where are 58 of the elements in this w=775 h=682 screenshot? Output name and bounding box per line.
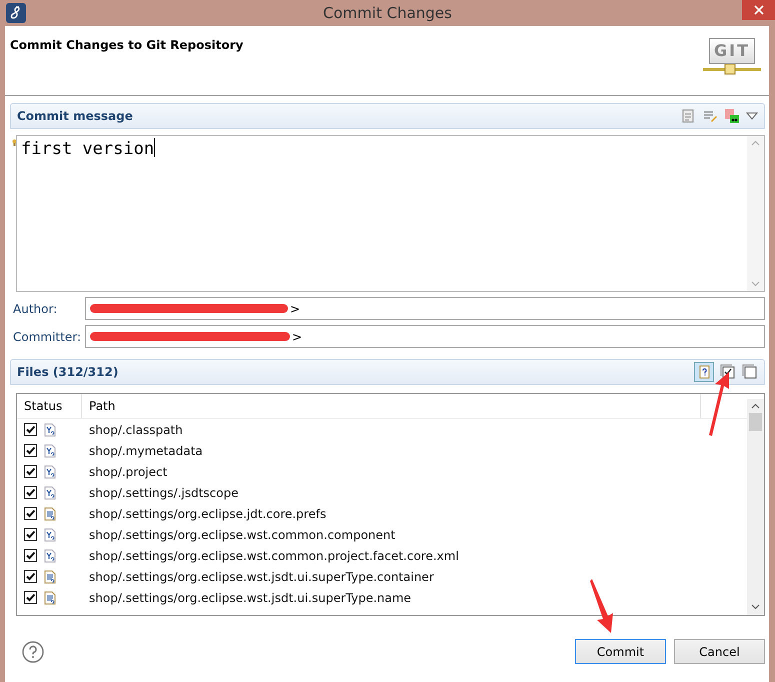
signoff-icon[interactable]: [724, 108, 740, 124]
dropdown-icon[interactable]: [746, 111, 758, 121]
scroll-up-icon[interactable]: [751, 403, 760, 409]
field-value: >: [292, 330, 302, 344]
document-icon[interactable]: [680, 108, 696, 124]
deselect-all-icon[interactable]: [742, 364, 758, 380]
commit-button[interactable]: Commit: [575, 639, 666, 664]
text-file-icon: [44, 506, 56, 520]
file-path: shop/.classpath: [88, 422, 184, 436]
close-button[interactable]: [742, 0, 775, 20]
checkbox[interactable]: [24, 423, 37, 436]
checkbox[interactable]: [24, 591, 37, 604]
checkbox[interactable]: [24, 507, 37, 520]
author-field[interactable]: >: [85, 297, 765, 320]
checkbox[interactable]: [24, 528, 37, 541]
field-label: Committer:: [12, 330, 82, 344]
file-icon: [44, 548, 56, 562]
file-icon: [44, 486, 56, 500]
commit-message-field[interactable]: first version: [16, 135, 765, 292]
file-icon: [44, 444, 56, 458]
section-title: Commit message: [17, 109, 133, 123]
committer-field[interactable]: >: [85, 325, 765, 348]
file-path: shop/.settings/.jsdtscope: [88, 486, 240, 500]
help-file-icon[interactable]: [694, 362, 714, 382]
cancel-button[interactable]: Cancel: [674, 639, 765, 664]
lightbulb-icon: [12, 139, 17, 147]
window-title: Commit Changes: [322, 4, 453, 22]
checkbox[interactable]: [24, 465, 37, 478]
column-header[interactable]: Status: [17, 394, 82, 418]
text-file-icon: [44, 590, 56, 604]
file-path: shop/.settings/org.eclipse.wst.jsdt.ui.superType.container: [88, 570, 435, 584]
dialog-heading: Commit Changes to Git Repository: [10, 38, 244, 54]
annotation-arrow: [590, 578, 616, 634]
file-icon: [44, 528, 56, 542]
file-path: shop/.settings/org.eclipse.wst.jsdt.ui.superType.name: [88, 590, 412, 604]
scrollbar[interactable]: [747, 399, 764, 615]
scroll-thumb[interactable]: [749, 413, 762, 431]
file-icon: [44, 464, 56, 478]
file-path: shop/.project: [88, 464, 168, 478]
git-logo: GIT: [703, 38, 761, 82]
text-file-icon: [44, 570, 56, 584]
file-path: shop/.settings/org.eclipse.wst.common.component: [88, 528, 396, 542]
checkbox[interactable]: [24, 486, 37, 499]
file-path: shop/.settings/org.eclipse.wst.common.project.facet.core.xml: [88, 548, 460, 562]
column-header[interactable]: Path: [82, 394, 701, 418]
help-icon[interactable]: [22, 640, 44, 662]
close-icon: [754, 5, 764, 15]
field-label: Author:: [12, 302, 58, 316]
checkbox[interactable]: [24, 444, 37, 457]
file-path: shop/.settings/org.eclipse.jdt.core.prefs: [88, 506, 328, 520]
checkbox[interactable]: [24, 549, 37, 562]
file-icon: [44, 422, 56, 436]
field-value: >: [290, 302, 300, 316]
app-icon: [6, 3, 26, 23]
scroll-down-icon[interactable]: [751, 604, 760, 610]
checkbox[interactable]: [24, 570, 37, 583]
section-title: Files (312/312): [17, 365, 118, 379]
file-path: shop/.mymetadata: [88, 444, 204, 458]
